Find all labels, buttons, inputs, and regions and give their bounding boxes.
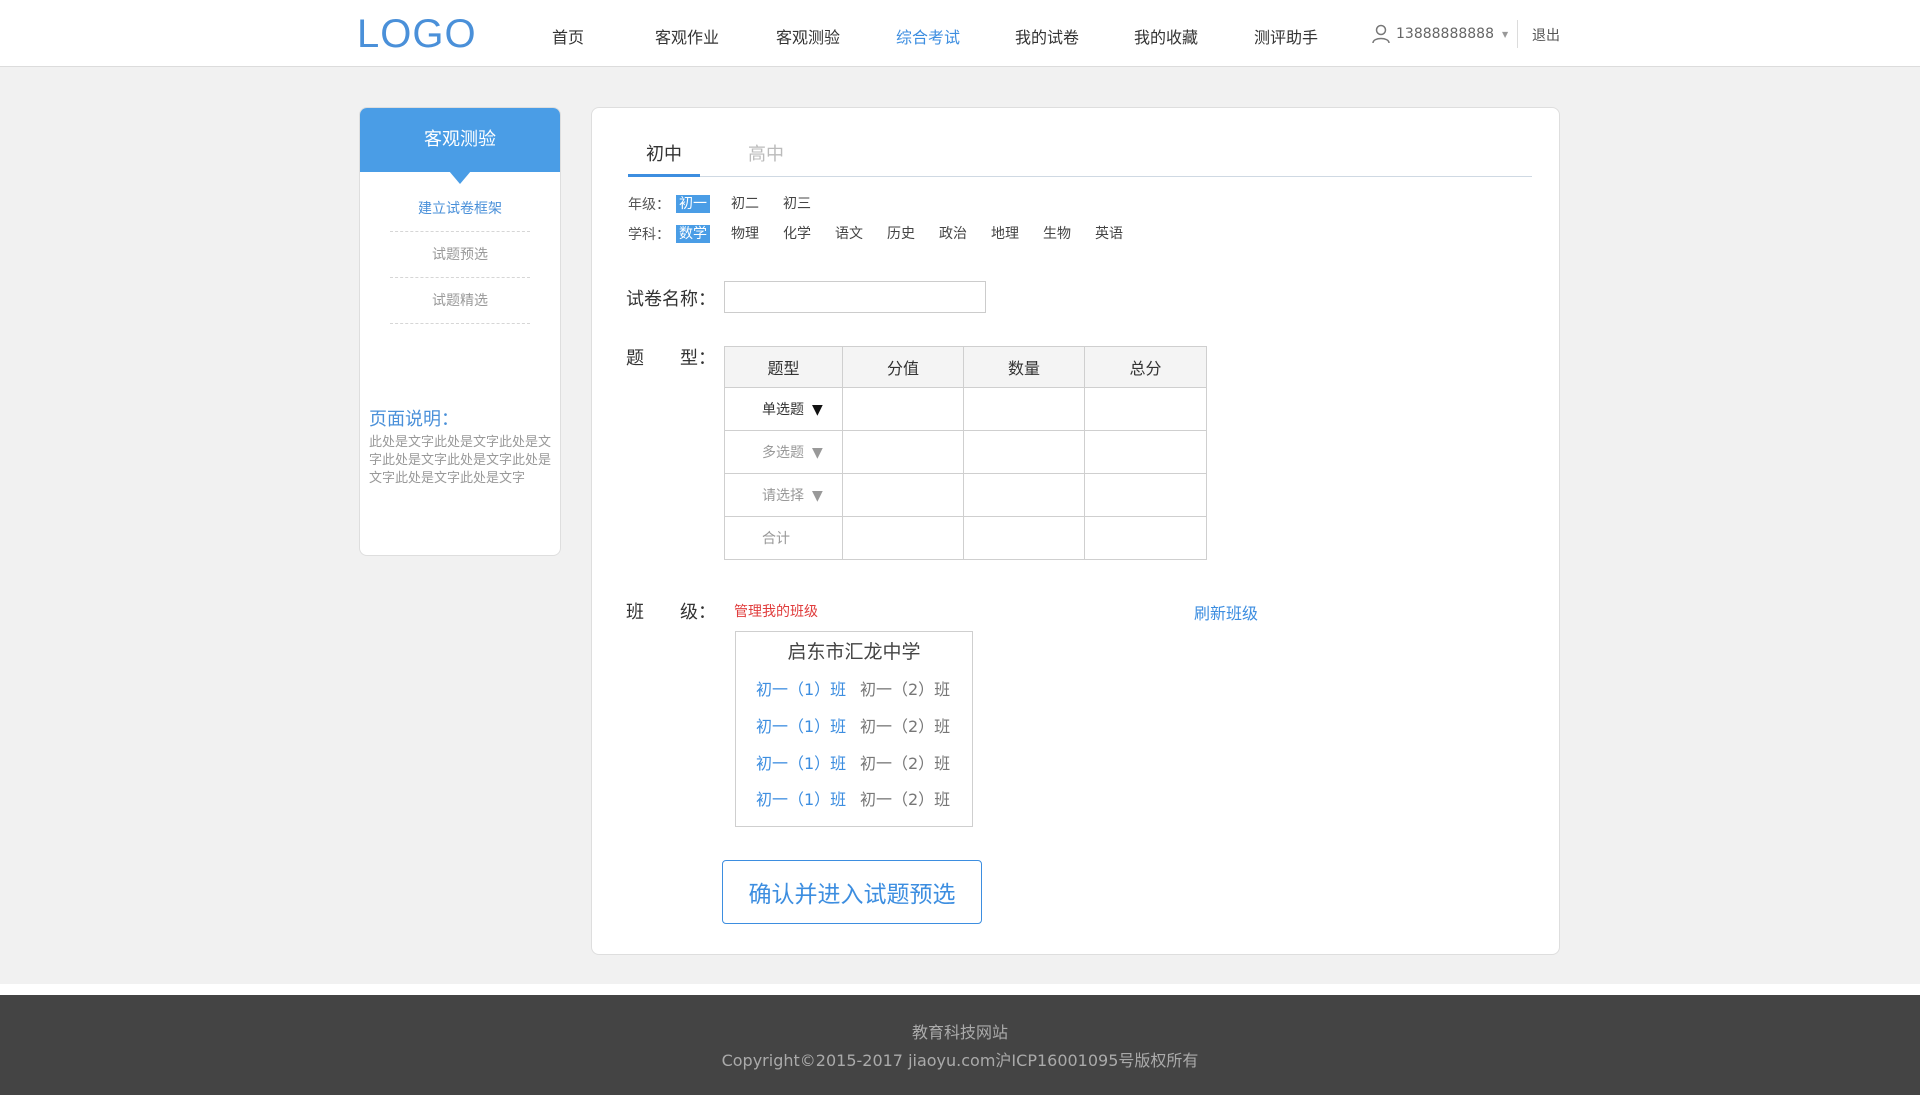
class-item[interactable]: 初一（1）班: [756, 713, 846, 737]
dropdown-arrow-icon: ▼: [812, 488, 823, 504]
score-cell[interactable]: [842, 430, 964, 474]
subject-label: 学科：: [628, 227, 670, 243]
question-type-table: 题型 分值 数量 总分 单选题 ▼ 多选题 ▼ 请选择 ▼ 合计: [724, 346, 1207, 560]
paper-name-input[interactable]: [724, 281, 986, 313]
question-type-select[interactable]: 单选题 ▼: [724, 387, 843, 431]
page-description-title: 页面说明：: [369, 409, 459, 430]
table-row: 单选题 ▼: [724, 387, 1207, 431]
column-header: 题型: [724, 346, 843, 388]
question-type-value: 多选题: [762, 445, 804, 461]
footer: 教育科技网站 Copyright©2015-2017 jiaoyu.com沪IC…: [0, 995, 1920, 1095]
count-cell: [963, 516, 1085, 560]
total-cell: [1084, 516, 1207, 560]
class-item[interactable]: 初一（2）班: [860, 713, 950, 737]
grade-filter: 年级： 初一 初二 初三: [628, 194, 832, 214]
table-row: 请选择 ▼: [724, 473, 1207, 517]
user-menu[interactable]: 13888888888 ▼: [1371, 22, 1508, 46]
nav-my-papers[interactable]: 我的试卷: [1015, 24, 1079, 48]
class-item[interactable]: 初一（2）班: [860, 786, 950, 810]
nav-comprehensive-exam[interactable]: 综合考试: [896, 24, 960, 48]
grade-chip[interactable]: 初一: [676, 195, 710, 213]
count-cell[interactable]: [963, 387, 1085, 431]
question-type-label: 题 型：: [626, 348, 716, 369]
nav-assessment-assistant[interactable]: 测评助手: [1254, 24, 1318, 48]
column-header: 数量: [963, 346, 1085, 388]
user-icon: [1372, 24, 1390, 44]
site-logo[interactable]: LOGO: [357, 12, 477, 57]
divider: [1517, 20, 1518, 48]
question-type-value: 单选题: [762, 402, 804, 418]
subject-chip[interactable]: 历史: [884, 225, 918, 243]
total-row-label: 合计: [724, 516, 843, 560]
subject-chip[interactable]: 化学: [780, 225, 814, 243]
tab-senior-high[interactable]: 高中: [730, 141, 802, 177]
logout-link[interactable]: 退出: [1532, 25, 1560, 45]
class-item[interactable]: 初一（1）班: [756, 786, 846, 810]
level-tabs: 初中 高中: [628, 141, 1532, 177]
manage-classes-link[interactable]: 管理我的班级: [734, 601, 818, 621]
subject-chip[interactable]: 生物: [1040, 225, 1074, 243]
question-type-value: 请选择: [762, 488, 804, 504]
subject-chip[interactable]: 政治: [936, 225, 970, 243]
nav-objective-test[interactable]: 客观测验: [776, 24, 840, 48]
sidebar-item-build-framework[interactable]: 建立试卷框架: [390, 186, 530, 232]
grade-chip[interactable]: 初三: [780, 195, 814, 213]
footer-spacer: [0, 984, 1920, 995]
nav-home[interactable]: 首页: [552, 24, 584, 48]
paper-name-label: 试卷名称：: [626, 289, 716, 310]
total-cell: [1084, 387, 1207, 431]
class-list-box: 启东市汇龙中学 初一（1）班 初一（2）班 初一（1）班 初一（2）班 初一（1…: [735, 631, 973, 827]
class-item[interactable]: 初一（1）班: [756, 676, 846, 700]
sidebar-item-preselect[interactable]: 试题预选: [390, 232, 530, 278]
score-cell[interactable]: [842, 473, 964, 517]
footer-copyright: Copyright©2015-2017 jiaoyu.com沪ICP160010…: [721, 1051, 1199, 1070]
username: 13888888888: [1396, 26, 1494, 42]
column-header: 总分: [1084, 346, 1207, 388]
score-cell[interactable]: [842, 387, 964, 431]
tab-junior-high[interactable]: 初中: [628, 141, 700, 177]
top-navigation-bar: LOGO 首页 客观作业 客观测验 综合考试 我的试卷 我的收藏 测评助手 13…: [0, 0, 1920, 67]
page-description-text: 此处是文字此处是文字此处是文字此处是文字此处是文字此处是文字此处是文字此处是文字: [369, 435, 552, 486]
total-cell: [1084, 473, 1207, 517]
column-header: 分值: [842, 346, 964, 388]
table-header-row: 题型 分值 数量 总分: [724, 346, 1207, 388]
class-item[interactable]: 初一（2）班: [860, 676, 950, 700]
confirm-and-preselect-button[interactable]: 确认并进入试题预选: [722, 860, 982, 924]
nav-my-favorites[interactable]: 我的收藏: [1134, 24, 1198, 48]
question-type-select[interactable]: 多选题 ▼: [724, 430, 843, 474]
sidebar-item-refine[interactable]: 试题精选: [390, 278, 530, 324]
table-row: 合计: [724, 516, 1207, 560]
main-panel: 初中 高中 年级： 初一 初二 初三 学科： 数学 物理 化学 语文 历史 政治…: [591, 107, 1560, 955]
total-cell: [1084, 430, 1207, 474]
footer-site-name: 教育科技网站: [911, 1023, 1008, 1042]
sidebar-pointer-arrow: [449, 171, 471, 184]
dropdown-arrow-icon: ▼: [812, 445, 823, 461]
subject-filter: 学科： 数学 物理 化学 语文 历史 政治 地理 生物 英语: [628, 224, 1144, 244]
count-cell[interactable]: [963, 430, 1085, 474]
chevron-down-icon: ▼: [1501, 29, 1509, 39]
subject-chip[interactable]: 物理: [728, 225, 762, 243]
grade-chip[interactable]: 初二: [728, 195, 762, 213]
count-cell[interactable]: [963, 473, 1085, 517]
class-item[interactable]: 初一（1）班: [756, 750, 846, 774]
subject-chip[interactable]: 英语: [1092, 225, 1126, 243]
class-item[interactable]: 初一（2）班: [860, 750, 950, 774]
subject-chip[interactable]: 地理: [988, 225, 1022, 243]
score-cell: [842, 516, 964, 560]
grade-label: 年级：: [628, 197, 670, 213]
question-type-select[interactable]: 请选择 ▼: [724, 473, 843, 517]
school-name: 启东市汇龙中学: [787, 641, 921, 663]
subject-chip[interactable]: 数学: [676, 225, 710, 243]
table-row: 多选题 ▼: [724, 430, 1207, 474]
nav-objective-homework[interactable]: 客观作业: [655, 24, 719, 48]
class-label: 班 级：: [626, 602, 716, 623]
dropdown-arrow-icon: ▼: [812, 402, 823, 418]
subject-chip[interactable]: 语文: [832, 225, 866, 243]
refresh-classes-link[interactable]: 刷新班级: [1194, 600, 1258, 624]
sidebar-title: 客观测验: [360, 108, 560, 172]
